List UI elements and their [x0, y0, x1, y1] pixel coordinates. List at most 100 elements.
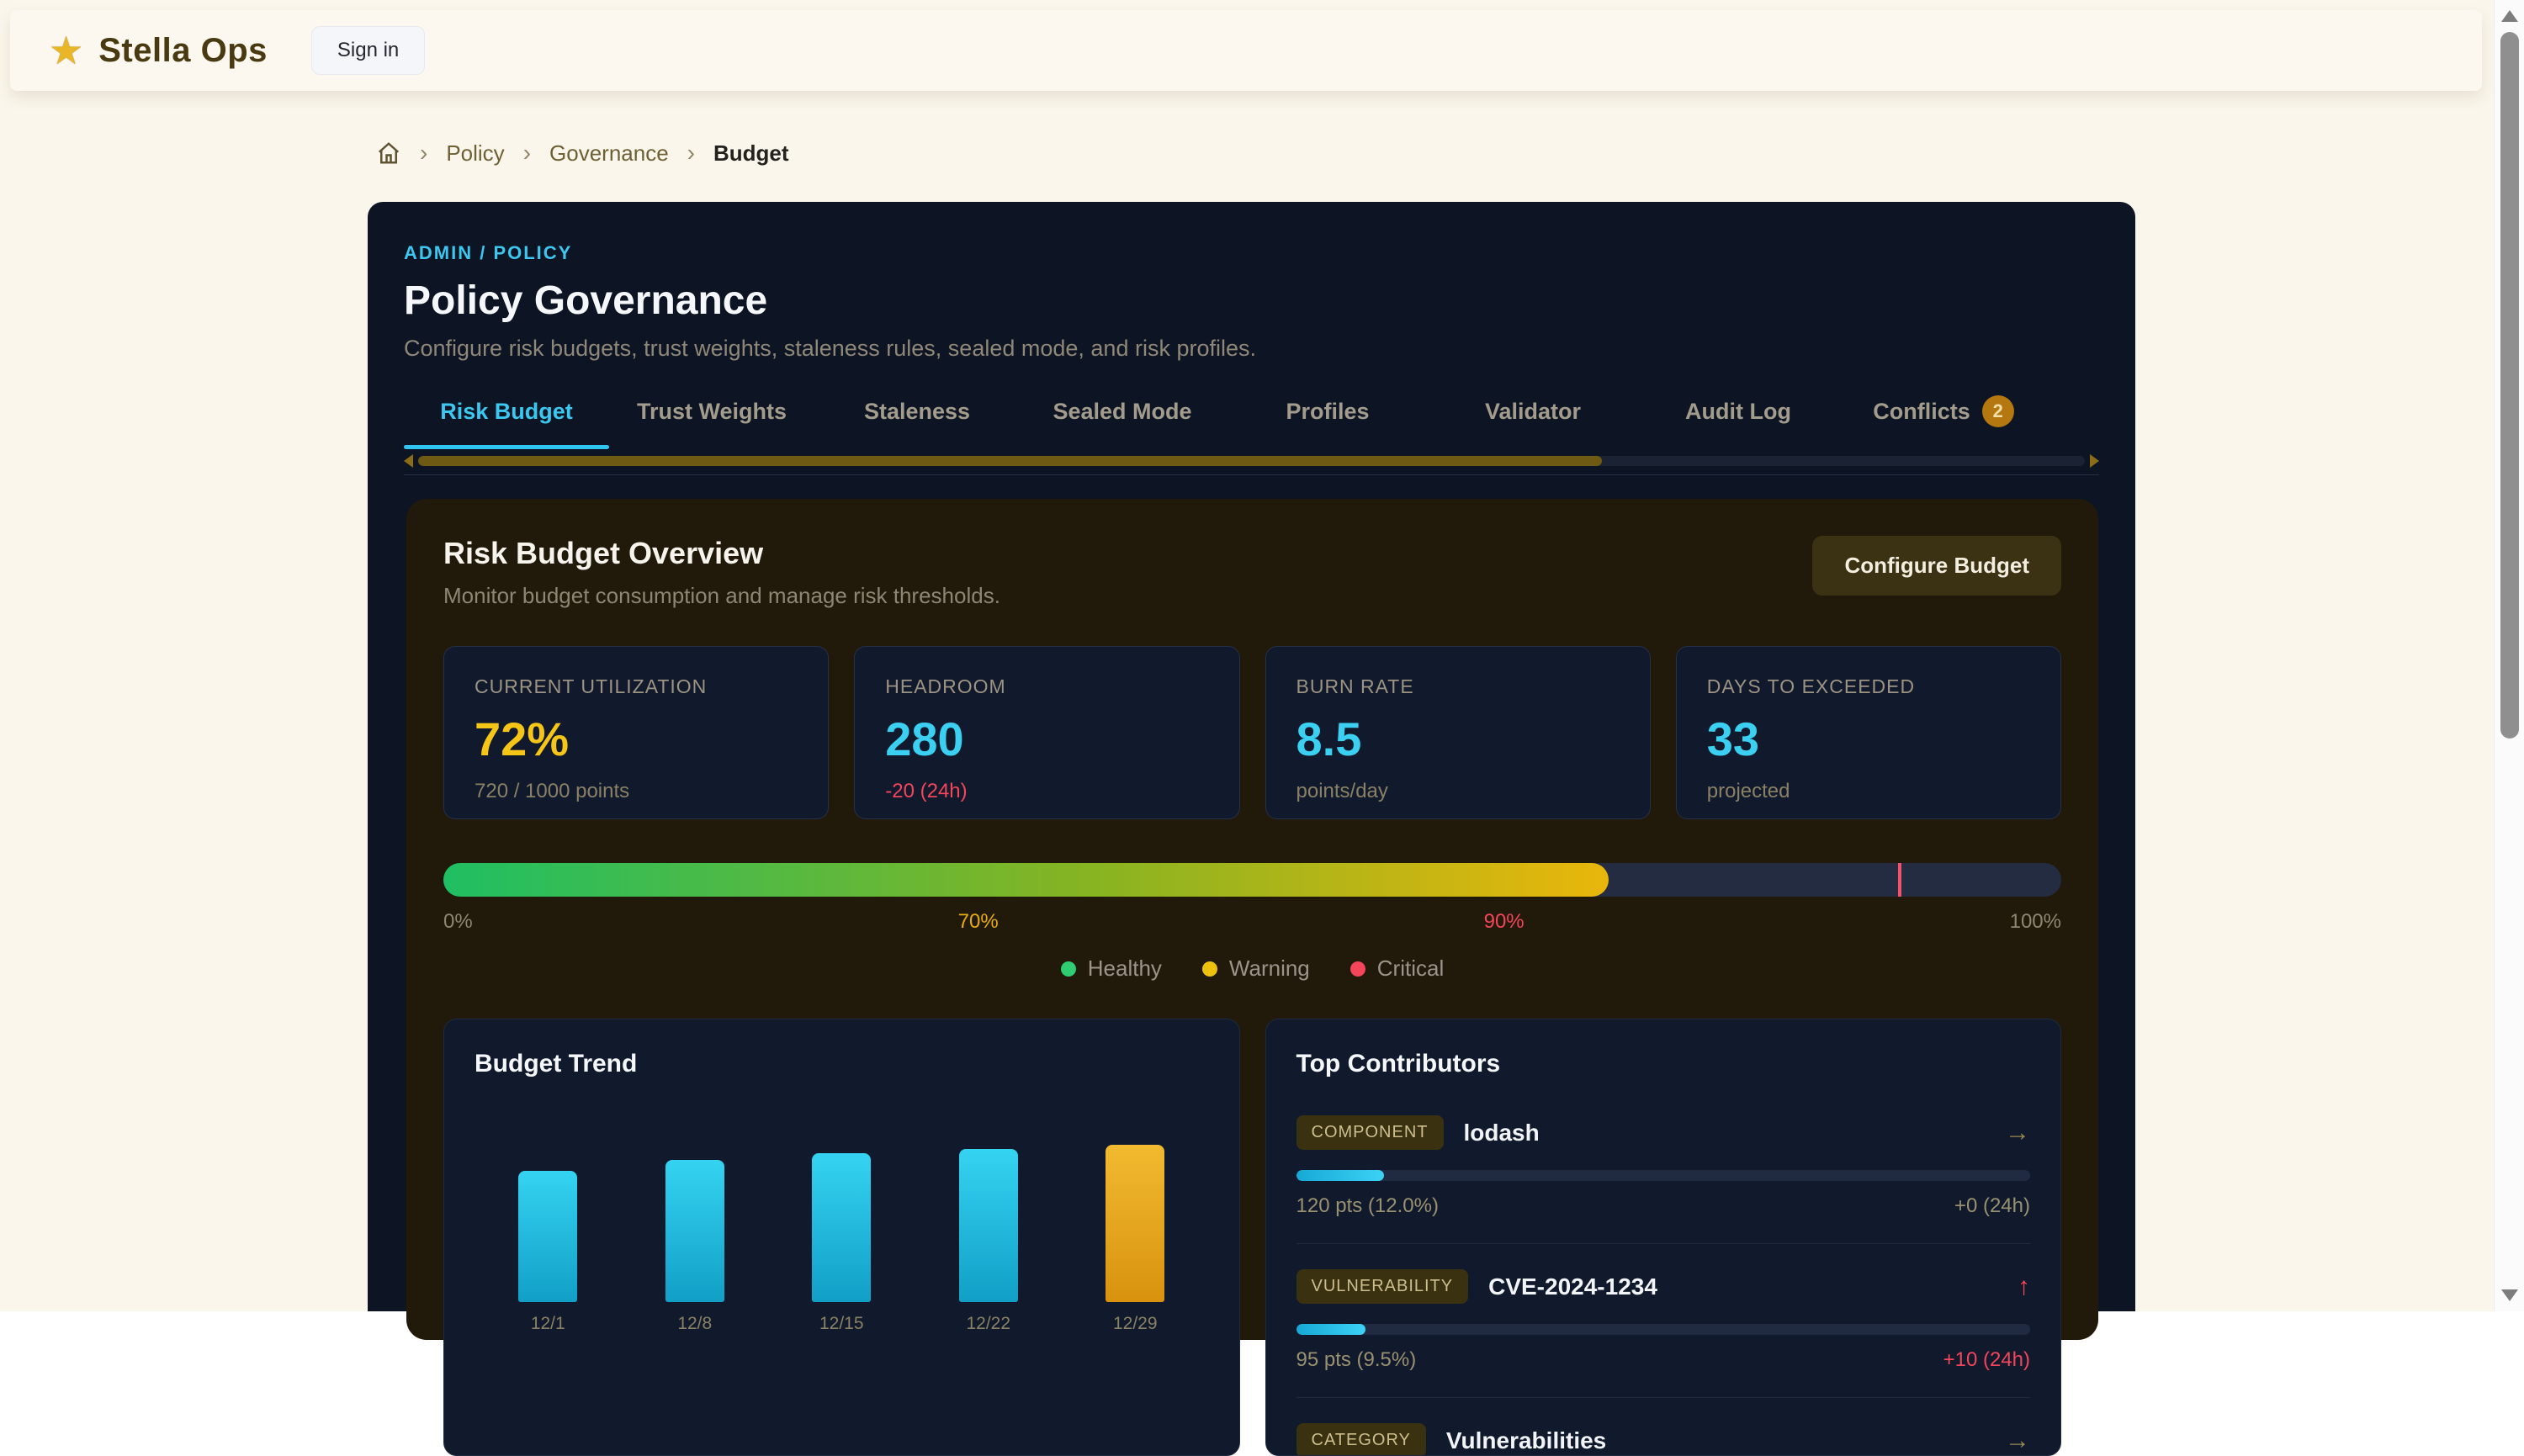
type-badge: COMPONENT: [1296, 1115, 1444, 1150]
page-scrollbar[interactable]: [2494, 0, 2524, 1311]
status-legend: Healthy Warning Critical: [443, 956, 2061, 982]
legend-healthy-label: Healthy: [1088, 956, 1162, 982]
x-tick: 12/8: [665, 1314, 724, 1334]
trend-x-axis-labels: 12/1 12/8 12/15 12/22 12/29: [475, 1314, 1209, 1334]
arrow-right-icon[interactable]: →: [2005, 1119, 2030, 1147]
breadcrumb-separator: ›: [523, 140, 531, 167]
breadcrumb-policy[interactable]: Policy: [446, 140, 504, 167]
stat-subtext: points/day: [1296, 780, 1620, 803]
legend-warning-label: Warning: [1229, 956, 1310, 982]
section-eyebrow: ADMIN / POLICY: [404, 242, 2099, 264]
trend-bar-12-8: [665, 1160, 724, 1302]
brand-title: Stella Ops: [98, 32, 268, 70]
breadcrumb-separator: ›: [687, 140, 695, 167]
contributor-row: COMPONENT lodash → 120 pts (12.0%) +0 (2…: [1296, 1115, 2031, 1218]
scroll-right-icon[interactable]: [2090, 454, 2099, 468]
page-subtitle: Configure risk budgets, trust weights, s…: [404, 336, 2099, 362]
contributor-row: VULNERABILITY CVE-2024-1234 ↑ 95 pts (9.…: [1296, 1269, 2031, 1372]
tab-profiles[interactable]: Profiles: [1225, 395, 1430, 449]
bar-label-70: 70%: [958, 910, 999, 934]
top-contributors-title: Top Contributors: [1296, 1050, 2031, 1078]
budget-trend-card: Budget Trend 12/1 12/8 12/15 12/22 12/29: [443, 1019, 1240, 1456]
stat-subtext: projected: [1707, 780, 2030, 803]
stella-logo-icon: ★: [49, 31, 83, 70]
breadcrumb: › Policy › Governance › Budget: [376, 140, 789, 167]
stat-burn-rate: BURN RATE 8.5 points/day: [1265, 646, 1651, 819]
delta-24h: +0 (24h): [1954, 1194, 2030, 1218]
healthy-dot-icon: [1061, 961, 1076, 977]
contribution-track: [1296, 1170, 2031, 1181]
arrow-right-icon[interactable]: →: [2005, 1427, 2030, 1455]
budget-utilization-bar: [443, 863, 2061, 897]
contribution-fill: [1296, 1170, 1385, 1181]
page-title: Policy Governance: [404, 278, 2099, 324]
row-divider: [1296, 1397, 2031, 1398]
tab-truncated[interactable]: Pl: [2046, 395, 2099, 449]
tab-validator[interactable]: Validator: [1430, 395, 1636, 449]
arrow-up-icon[interactable]: ↑: [2018, 1273, 2030, 1301]
policy-governance-panel: ADMIN / POLICY Policy Governance Configu…: [368, 202, 2135, 1311]
stat-value: 280: [885, 712, 1208, 766]
points-share: 95 pts (9.5%): [1296, 1348, 1417, 1372]
contribution-fill: [1296, 1324, 1366, 1335]
configure-budget-button[interactable]: Configure Budget: [1812, 536, 2061, 596]
page-scrollbar-thumb[interactable]: [2500, 32, 2519, 739]
bar-label-0: 0%: [443, 910, 473, 934]
stat-label: DAYS TO EXCEEDED: [1707, 675, 2030, 698]
budget-trend-title: Budget Trend: [475, 1050, 1209, 1078]
tab-sealed-mode[interactable]: Sealed Mode: [1020, 395, 1225, 449]
tab-conflicts[interactable]: Conflicts 2: [1841, 395, 2046, 449]
overview-title: Risk Budget Overview: [443, 536, 1000, 571]
contributor-name: CVE-2024-1234: [1488, 1273, 1657, 1300]
tab-bar: Risk Budget Trust Weights Staleness Seal…: [404, 395, 2099, 449]
stat-label: BURN RATE: [1296, 675, 1620, 698]
stat-label: CURRENT UTILIZATION: [475, 675, 798, 698]
stat-value: 72%: [475, 712, 798, 766]
tab-staleness[interactable]: Staleness: [814, 395, 1020, 449]
top-bar: ★ Stella Ops Sign in: [10, 10, 2482, 91]
type-badge: CATEGORY: [1296, 1423, 1426, 1456]
trend-bar-12-1: [518, 1171, 577, 1302]
bar-label-100: 100%: [2010, 910, 2061, 934]
x-tick: 12/15: [812, 1314, 871, 1334]
x-tick: 12/22: [959, 1314, 1018, 1334]
scroll-up-icon[interactable]: [2501, 10, 2518, 22]
stat-current-utilization: CURRENT UTILIZATION 72% 720 / 1000 point…: [443, 646, 829, 819]
breadcrumb-separator: ›: [420, 140, 427, 167]
tab-audit-log[interactable]: Audit Log: [1636, 395, 1841, 449]
breadcrumb-budget: Budget: [713, 140, 789, 167]
row-divider: [1296, 1243, 2031, 1244]
stat-headroom: HEADROOM 280 -20 (24h): [854, 646, 1239, 819]
page-background: ★ Stella Ops Sign in › Policy › Governan…: [0, 0, 2494, 1311]
stat-value: 33: [1707, 712, 2030, 766]
tabs-horizontal-scrollbar[interactable]: [404, 454, 2099, 475]
type-badge: VULNERABILITY: [1296, 1269, 1469, 1304]
trend-bar-12-22: [959, 1149, 1018, 1302]
contributor-name: lodash: [1464, 1120, 1540, 1146]
contribution-track: [1296, 1324, 2031, 1335]
conflicts-count-badge: 2: [1982, 395, 2014, 427]
stat-subtext: -20 (24h): [885, 780, 1208, 803]
sign-in-button[interactable]: Sign in: [311, 26, 425, 75]
contributor-name: Vulnerabilities: [1446, 1427, 1606, 1454]
points-share: 120 pts (12.0%): [1296, 1194, 1439, 1218]
critical-dot-icon: [1350, 961, 1365, 977]
tab-risk-budget[interactable]: Risk Budget: [404, 395, 609, 449]
stat-label: HEADROOM: [885, 675, 1208, 698]
scroll-left-icon[interactable]: [404, 454, 413, 468]
trend-bar-12-29: [1106, 1145, 1164, 1302]
home-icon[interactable]: [376, 140, 401, 166]
breadcrumb-governance[interactable]: Governance: [549, 140, 669, 167]
tabs-scrollbar-thumb[interactable]: [418, 456, 1602, 466]
scroll-down-icon[interactable]: [2501, 1289, 2518, 1301]
stat-value: 8.5: [1296, 712, 1620, 766]
x-tick: 12/29: [1106, 1314, 1164, 1334]
tabs-scrollbar-track[interactable]: [418, 456, 2085, 466]
x-tick: 12/1: [518, 1314, 577, 1334]
panel-header: ADMIN / POLICY Policy Governance Configu…: [368, 202, 2135, 362]
budget-trend-chart: [475, 1083, 1209, 1302]
stat-cards-row: CURRENT UTILIZATION 72% 720 / 1000 point…: [443, 646, 2061, 819]
top-contributors-card: Top Contributors COMPONENT lodash → 120 …: [1265, 1019, 2062, 1456]
budget-bar-fill: [443, 863, 1609, 897]
tab-trust-weights[interactable]: Trust Weights: [609, 395, 814, 449]
